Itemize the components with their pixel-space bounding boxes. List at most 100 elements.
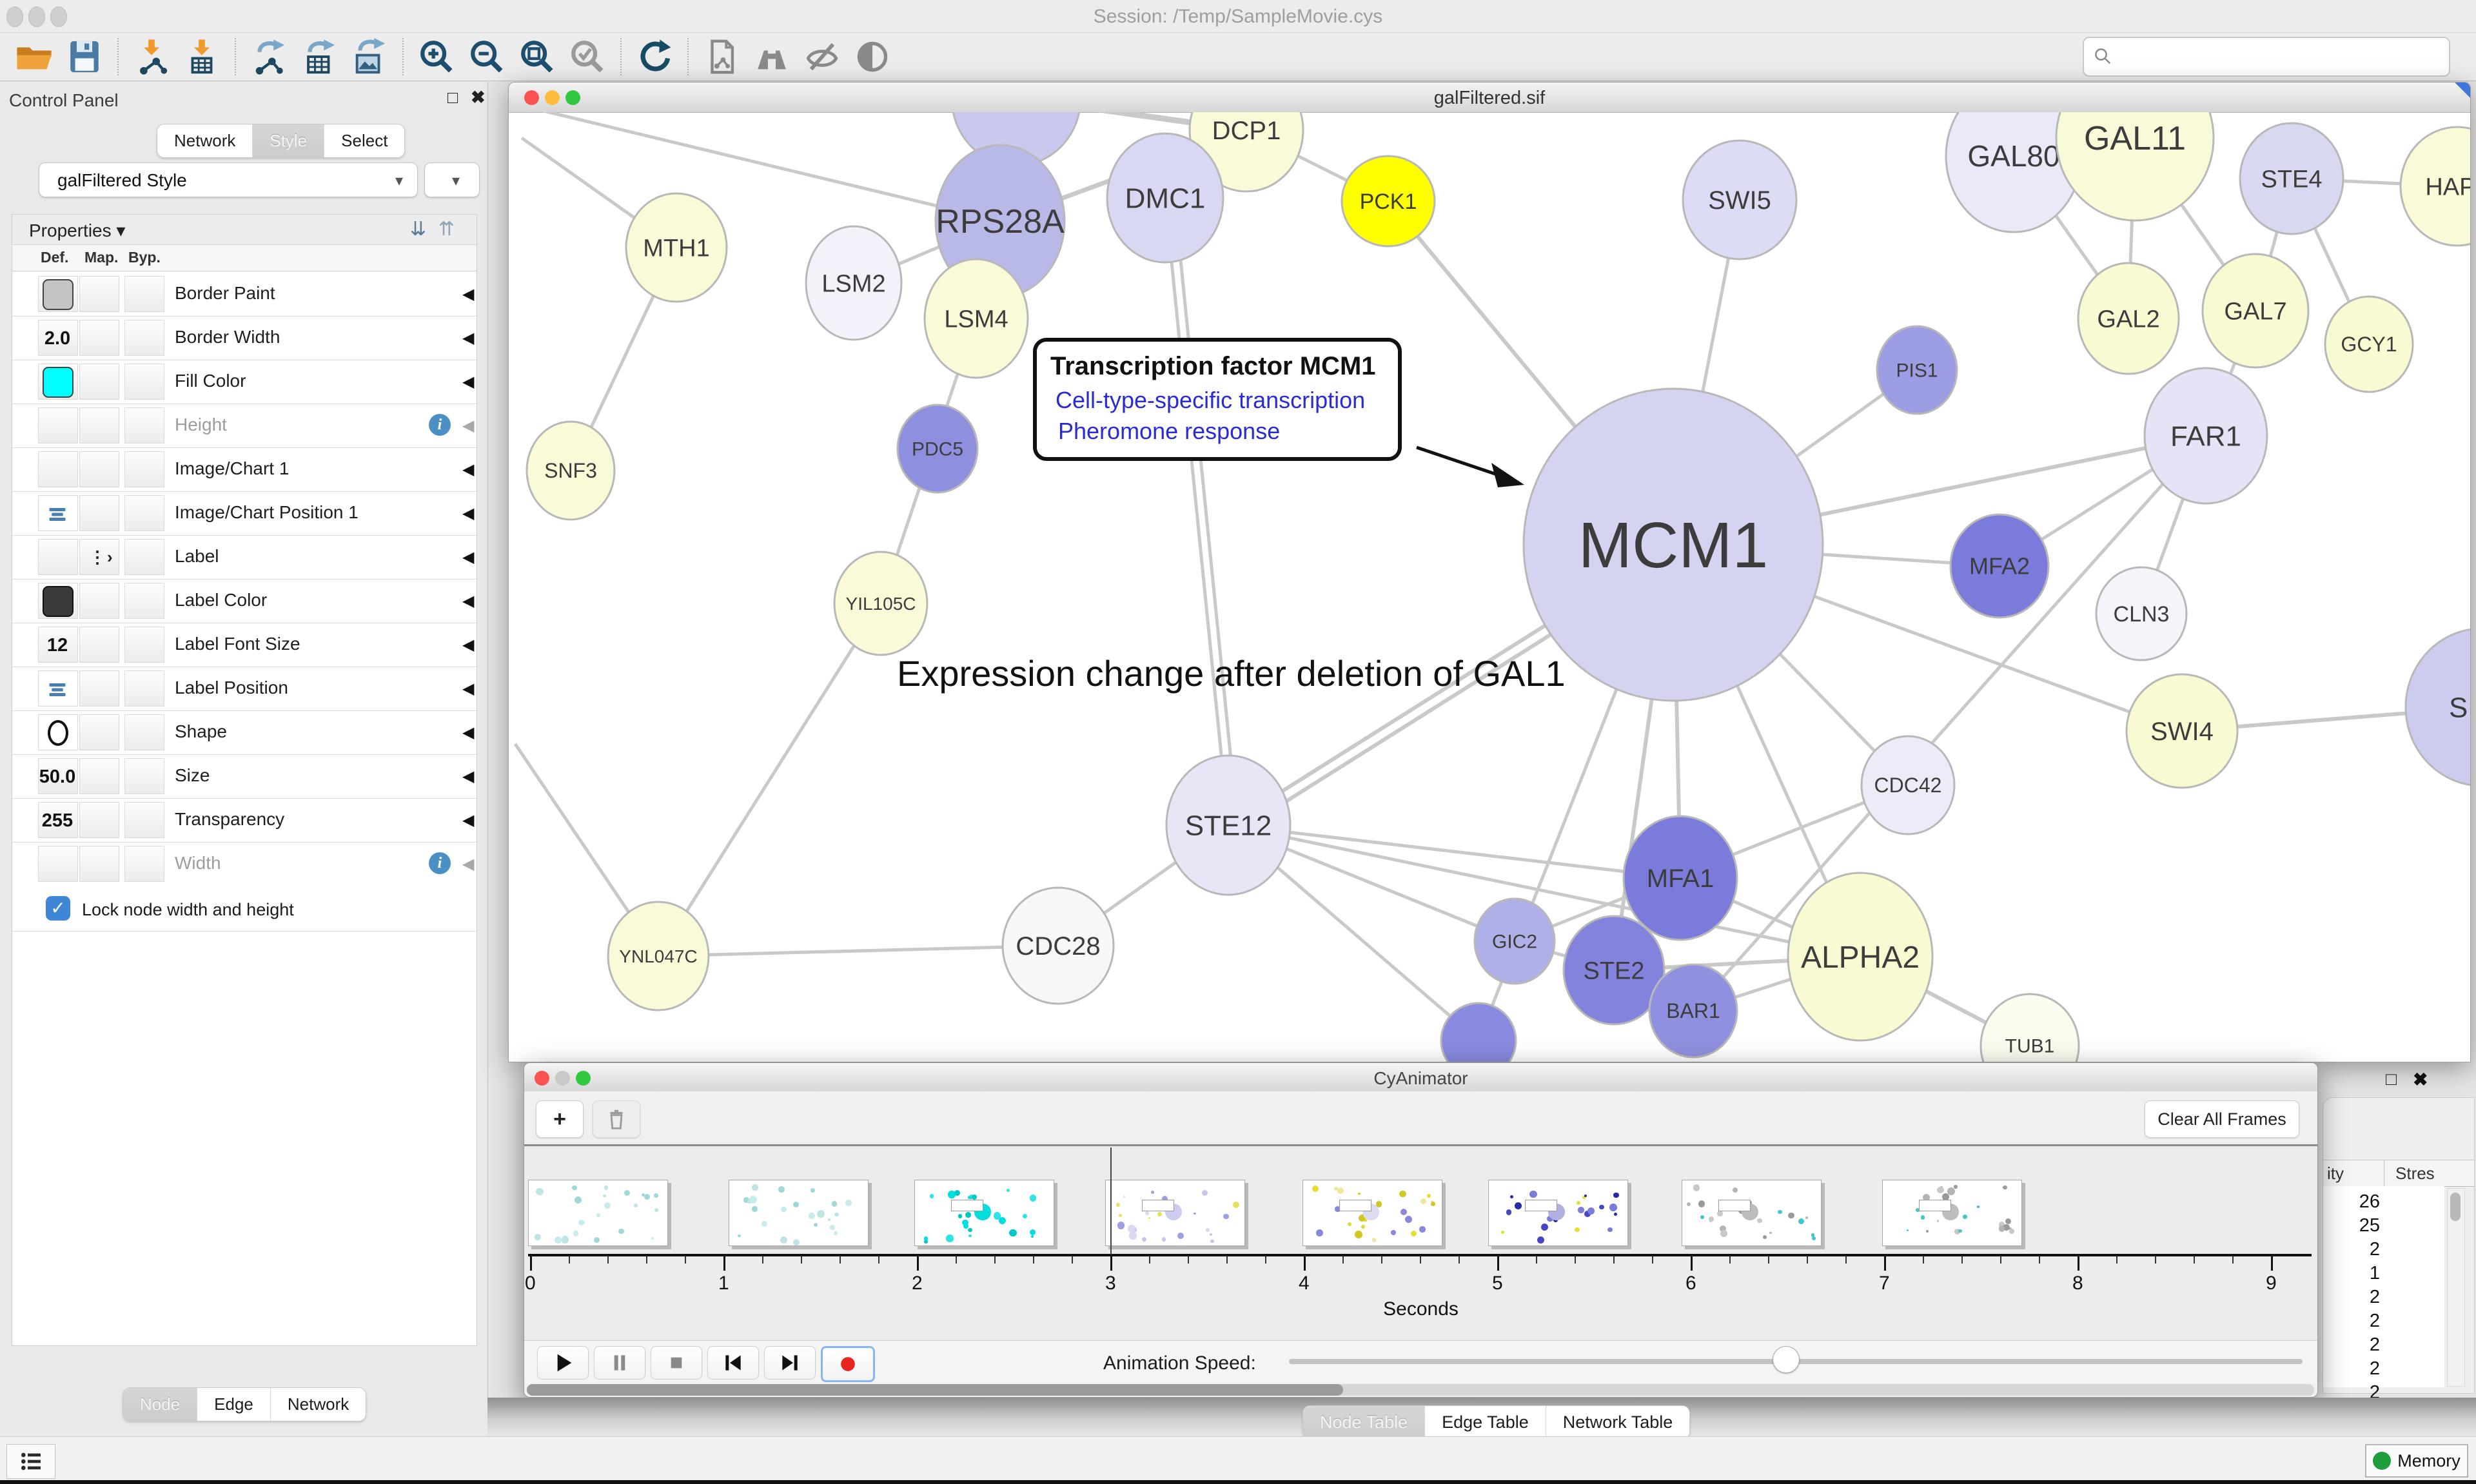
bypass-cell[interactable]: [124, 451, 164, 487]
play-button[interactable]: [537, 1346, 589, 1380]
default-cell[interactable]: [38, 846, 78, 882]
node-ellipse[interactable]: [1441, 1003, 1516, 1062]
toolbar-zoom-in-button[interactable]: [415, 35, 458, 78]
network-node-gal11[interactable]: GAL11: [2056, 112, 2214, 220]
expand-row-icon[interactable]: ◀: [462, 460, 474, 479]
expand-row-icon[interactable]: ◀: [462, 723, 474, 742]
cyanimator-titlebar[interactable]: CyAnimator: [524, 1063, 2317, 1093]
network-node-unlabeled[interactable]: [1441, 1003, 1516, 1062]
frame-thumbnail-3[interactable]: [1105, 1180, 1245, 1246]
property-row-label-position[interactable]: Label Position◀: [12, 667, 477, 711]
cp-table-tab-edge[interactable]: Edge: [197, 1388, 271, 1421]
network-node-pck1[interactable]: PCK1: [1342, 156, 1435, 246]
default-cell[interactable]: [38, 451, 78, 487]
mapping-cell[interactable]: [79, 451, 119, 487]
frame-thumbnail-5[interactable]: [1488, 1180, 1628, 1246]
frame-thumbnail-6[interactable]: [1682, 1180, 1822, 1246]
frame-thumbnail-1[interactable]: [729, 1180, 869, 1246]
toolbar-zoom-out-button[interactable]: [466, 35, 508, 78]
mapping-cell[interactable]: [79, 320, 119, 356]
toolbar-show-details-button[interactable]: [851, 35, 894, 78]
expand-all-icon[interactable]: ⇊: [410, 218, 426, 240]
info-icon[interactable]: i: [429, 852, 451, 874]
property-row-shape[interactable]: Shape◀: [12, 710, 477, 755]
network-node-gal2[interactable]: GAL2: [2078, 263, 2179, 374]
property-row-border-paint[interactable]: Border Paint◀: [12, 272, 477, 317]
toolbar-import-table-button[interactable]: [181, 35, 223, 78]
table-cell-value[interactable]: 25: [2328, 1215, 2380, 1236]
expand-row-icon[interactable]: ◀: [462, 811, 474, 830]
network-node-swi4[interactable]: SWI4: [2127, 674, 2237, 788]
delete-frame-button[interactable]: [593, 1100, 640, 1138]
toolbar-clone-network-button[interactable]: [700, 35, 743, 78]
network-node-alpha2[interactable]: ALPHA2: [1788, 873, 1932, 1040]
mapping-cell[interactable]: [79, 758, 119, 794]
mapping-cell[interactable]: [79, 846, 119, 882]
network-node-pdc5[interactable]: PDC5: [898, 405, 978, 493]
table-cell-value[interactable]: 2: [2328, 1311, 2380, 1332]
property-row-image-chart-1[interactable]: Image/Chart 1◀: [12, 447, 477, 492]
toolbar-search-binoculars-button[interactable]: [751, 35, 793, 78]
network-node-dmc1[interactable]: DMC1: [1107, 133, 1223, 262]
table-panel-close-icon[interactable]: ✖: [2413, 1069, 2428, 1090]
default-cell[interactable]: 12: [38, 627, 78, 663]
expand-row-icon[interactable]: ◀: [462, 636, 474, 654]
default-cell[interactable]: [38, 539, 78, 575]
network-node-pis1[interactable]: PIS1: [1877, 326, 1957, 414]
mapping-cell[interactable]: [79, 276, 119, 312]
cp-table-tab-network[interactable]: Network: [271, 1388, 366, 1421]
mapping-cell[interactable]: [79, 407, 119, 444]
toolbar-export-network-button[interactable]: [248, 35, 290, 78]
style-options-button[interactable]: ▾: [424, 162, 480, 197]
network-node-ste4[interactable]: STE4: [2240, 123, 2343, 234]
network-canvas[interactable]: RPS28BDCP1PCK1RPS28ADMC1MTH1LSM2LSM4SWI5…: [509, 112, 2470, 1062]
toolbar-hide-details-button[interactable]: [801, 35, 843, 78]
dock-tab-edge-table[interactable]: Edge Table: [1425, 1406, 1546, 1439]
memory-button[interactable]: Memory: [2365, 1444, 2468, 1478]
bypass-cell[interactable]: [124, 583, 164, 619]
network-node-gal7[interactable]: GAL7: [2203, 254, 2308, 367]
bypass-cell[interactable]: [124, 846, 164, 882]
mapping-cell[interactable]: [79, 670, 119, 707]
default-cell[interactable]: [38, 364, 78, 400]
network-node-cdc28[interactable]: CDC28: [1003, 888, 1114, 1004]
network-node-cdc42[interactable]: CDC42: [1862, 736, 1954, 834]
network-node-tub1[interactable]: TUB1: [1981, 994, 2079, 1062]
lock-size-checkbox[interactable]: ✓: [46, 896, 70, 921]
toolbar-save-button[interactable]: [63, 35, 106, 78]
default-cell[interactable]: 2.0: [38, 320, 78, 356]
network-node-bar1[interactable]: BAR1: [1649, 964, 1737, 1057]
expand-row-icon[interactable]: ◀: [462, 548, 474, 567]
network-node-yil105c[interactable]: YIL105C: [834, 552, 927, 655]
canvas-free-text[interactable]: Expression change after deletion of GAL1: [897, 653, 1566, 694]
network-node-mcm1[interactable]: MCM1: [1524, 389, 1823, 701]
default-cell[interactable]: [38, 583, 78, 619]
expand-row-icon[interactable]: ◀: [462, 373, 474, 391]
mapping-cell[interactable]: [79, 364, 119, 400]
mapping-cell[interactable]: [79, 583, 119, 619]
control-panel-close-icon[interactable]: ✖: [471, 88, 486, 108]
property-row-label[interactable]: ⋮›Label◀: [12, 535, 477, 580]
stop-button[interactable]: [651, 1346, 702, 1380]
network-edge[interactable]: [658, 946, 1058, 956]
property-row-border-width[interactable]: 2.0Border Width◀: [12, 316, 477, 360]
toolbar-export-image-button[interactable]: [348, 35, 391, 78]
timeline-hscrollbar[interactable]: [527, 1384, 2314, 1396]
mcm1-annotation[interactable]: Transcription factor MCM1Cell-type-speci…: [1035, 340, 1524, 487]
search-input[interactable]: [2083, 37, 2450, 77]
table-cell-value[interactable]: 2: [2328, 1287, 2380, 1308]
property-row-label-font-size[interactable]: 12Label Font Size◀: [12, 623, 477, 667]
frame-thumbnail-4[interactable]: [1302, 1180, 1442, 1246]
table-cell-value[interactable]: 1: [2328, 1263, 2380, 1284]
bypass-cell[interactable]: [124, 627, 164, 663]
bypass-cell[interactable]: [124, 802, 164, 838]
network-node-gic2[interactable]: GIC2: [1475, 899, 1555, 984]
pause-button[interactable]: [594, 1346, 645, 1380]
network-window-titlebar[interactable]: galFiltered.sif: [509, 83, 2470, 113]
control-panel-float-icon[interactable]: □: [447, 88, 458, 108]
network-node-mth1[interactable]: MTH1: [626, 193, 727, 302]
scrollbar-thumb[interactable]: [2450, 1193, 2461, 1221]
toolbar-zoom-selected-button[interactable]: [566, 35, 609, 78]
skip-start-button[interactable]: [707, 1346, 759, 1380]
expand-row-icon[interactable]: ◀: [462, 592, 474, 610]
